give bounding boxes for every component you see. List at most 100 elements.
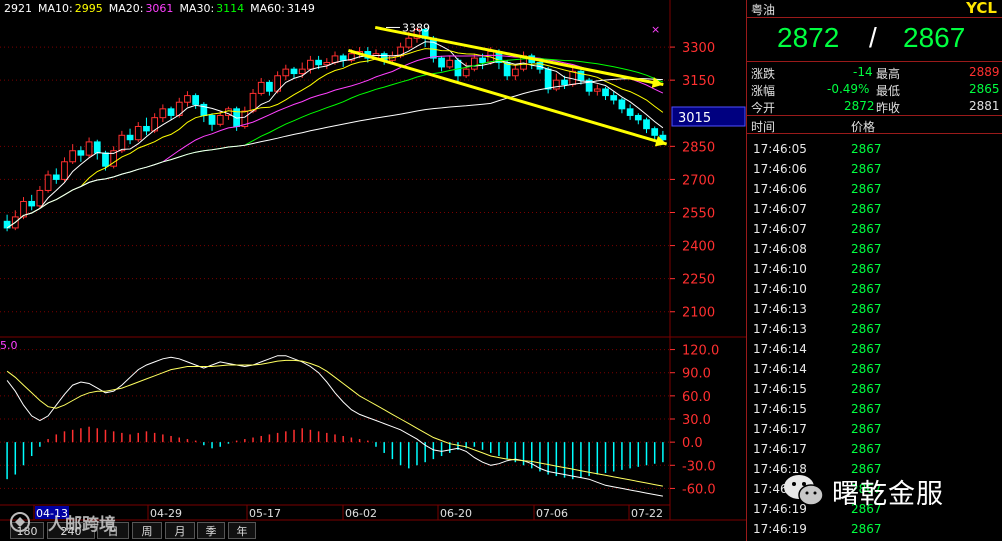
- tick-price: 2867: [851, 522, 882, 536]
- tick-price: 2867: [851, 342, 882, 356]
- price-display: 2872 / 2867: [747, 18, 1002, 62]
- low-label: 最低: [876, 84, 901, 98]
- x-date-label: 07-06: [536, 507, 568, 520]
- tick-time: 17:46:07: [753, 202, 807, 216]
- watermark-text: 曙乾金服: [832, 479, 944, 510]
- logo-icon: [10, 512, 30, 532]
- tick-row: 17:46:10 2867: [747, 260, 1002, 280]
- current-price-label: 3015: [678, 111, 711, 126]
- candle-body: [610, 95, 618, 101]
- tick-row: 17:46:19 2867: [747, 520, 1002, 540]
- candle-body: [511, 68, 519, 77]
- candle-body: [216, 114, 224, 125]
- tick-price: 2867: [851, 222, 882, 236]
- candle-body: [593, 88, 601, 92]
- tick-row: 17:46:07 2867: [747, 220, 1002, 240]
- candle-body: [184, 95, 191, 103]
- tick-price: 2867: [851, 422, 882, 436]
- indicator-tick-label: -60.0: [682, 482, 716, 497]
- tick-price: 2867: [851, 362, 882, 376]
- candle-body: [626, 108, 634, 116]
- change-value: -14: [853, 65, 873, 79]
- marker-x: ×: [651, 23, 660, 36]
- candle-body: [69, 150, 77, 163]
- tick-row: 17:46:14 2867: [747, 340, 1002, 360]
- x-date-label: 06-20: [440, 507, 472, 520]
- price-separator: /: [869, 22, 877, 53]
- candle-body: [643, 119, 650, 130]
- tick-time: 17:46:08: [753, 242, 807, 256]
- tick-time: 17:46:14: [753, 362, 807, 376]
- candle-body: [52, 174, 60, 180]
- candle-body: [479, 57, 486, 64]
- y-tick-label: 3150: [682, 74, 715, 89]
- tick-time: 17:46:15: [753, 402, 807, 416]
- candle-body: [143, 125, 150, 132]
- trend-line-upper: [374, 25, 664, 87]
- candle-body: [438, 57, 445, 68]
- tick-time: 17:46:13: [753, 302, 807, 316]
- quote-stats: 涨跌 -14 最高 2889 涨幅 -0.49% 最低 2865 今开 2872…: [747, 62, 1002, 116]
- candle-body: [36, 189, 44, 207]
- tick-row: 17:46:05 2867: [747, 140, 1002, 160]
- indicator-tick-label: -30.0: [682, 459, 716, 474]
- tick-row: 17:46:10 2867: [747, 280, 1002, 300]
- candle-body: [266, 81, 273, 92]
- candle-body: [44, 174, 52, 191]
- price-a: 2872: [777, 22, 840, 53]
- corner-watermark-text: 人邮跨境: [48, 515, 116, 535]
- candle-body: [544, 68, 552, 90]
- indicator-tick-label: 60.0: [682, 390, 711, 405]
- tick-price: 2867: [851, 322, 882, 336]
- candle-body: [634, 114, 642, 121]
- candle-body: [77, 150, 85, 156]
- period-button-4[interactable]: 月: [165, 522, 195, 539]
- candle-body: [102, 152, 109, 167]
- tick-price: 2867: [851, 382, 882, 396]
- open-value: 2872: [844, 99, 875, 113]
- candle-body: [249, 92, 257, 112]
- tick-row: 17:46:06 2867: [747, 180, 1002, 200]
- candle-body: [298, 68, 306, 75]
- tick-time: 17:46:07: [753, 222, 807, 236]
- candle-body: [28, 200, 36, 207]
- candle-body: [208, 114, 216, 125]
- instrument-name: 粤油: [751, 3, 776, 17]
- tick-time: 17:46:06: [753, 162, 807, 176]
- wechat-icon: [784, 475, 824, 506]
- y-tick-label: 2850: [682, 140, 715, 155]
- x-date-label: 06-02: [345, 507, 377, 520]
- candle-body: [167, 108, 175, 116]
- candle-body: [561, 79, 568, 86]
- tick-row: 17:46:17 2867: [747, 420, 1002, 440]
- high-label: 最高: [876, 67, 901, 81]
- indicator-tick-label: 30.0: [682, 413, 711, 428]
- candle-body: [307, 59, 314, 70]
- tick-price: 2867: [851, 402, 882, 416]
- peak-annotation: 3389: [402, 21, 430, 34]
- period-button-3[interactable]: 周: [132, 522, 162, 539]
- indicator-tick-label: 0.0: [682, 436, 703, 451]
- candle-body: [462, 68, 470, 77]
- period-bar: 180 240 日周月季年: [0, 520, 270, 541]
- tick-time: 17:46:10: [753, 282, 807, 296]
- period-button-5[interactable]: 季: [197, 522, 225, 539]
- candle-body: [651, 128, 659, 136]
- tick-price: 2867: [851, 442, 882, 456]
- x-date-label: 05-17: [249, 507, 281, 520]
- candle-body: [282, 68, 290, 77]
- tick-price: 2867: [851, 202, 882, 216]
- period-button-6[interactable]: 年: [228, 522, 256, 539]
- y-tick-label: 2550: [682, 206, 715, 221]
- y-tick-label: 2400: [682, 240, 715, 255]
- candle-body: [405, 37, 413, 48]
- tick-time: 17:46:10: [753, 262, 807, 276]
- tick-price: 2867: [851, 262, 882, 276]
- x-date-label: 04-29: [150, 507, 182, 520]
- tick-time: 17:46:17: [753, 442, 807, 456]
- candle-body: [85, 141, 93, 156]
- candle-body: [192, 95, 200, 105]
- tick-price: 2867: [851, 302, 882, 316]
- prev-label: 昨收: [876, 101, 901, 115]
- tick-row: 17:46:15 2867: [747, 400, 1002, 420]
